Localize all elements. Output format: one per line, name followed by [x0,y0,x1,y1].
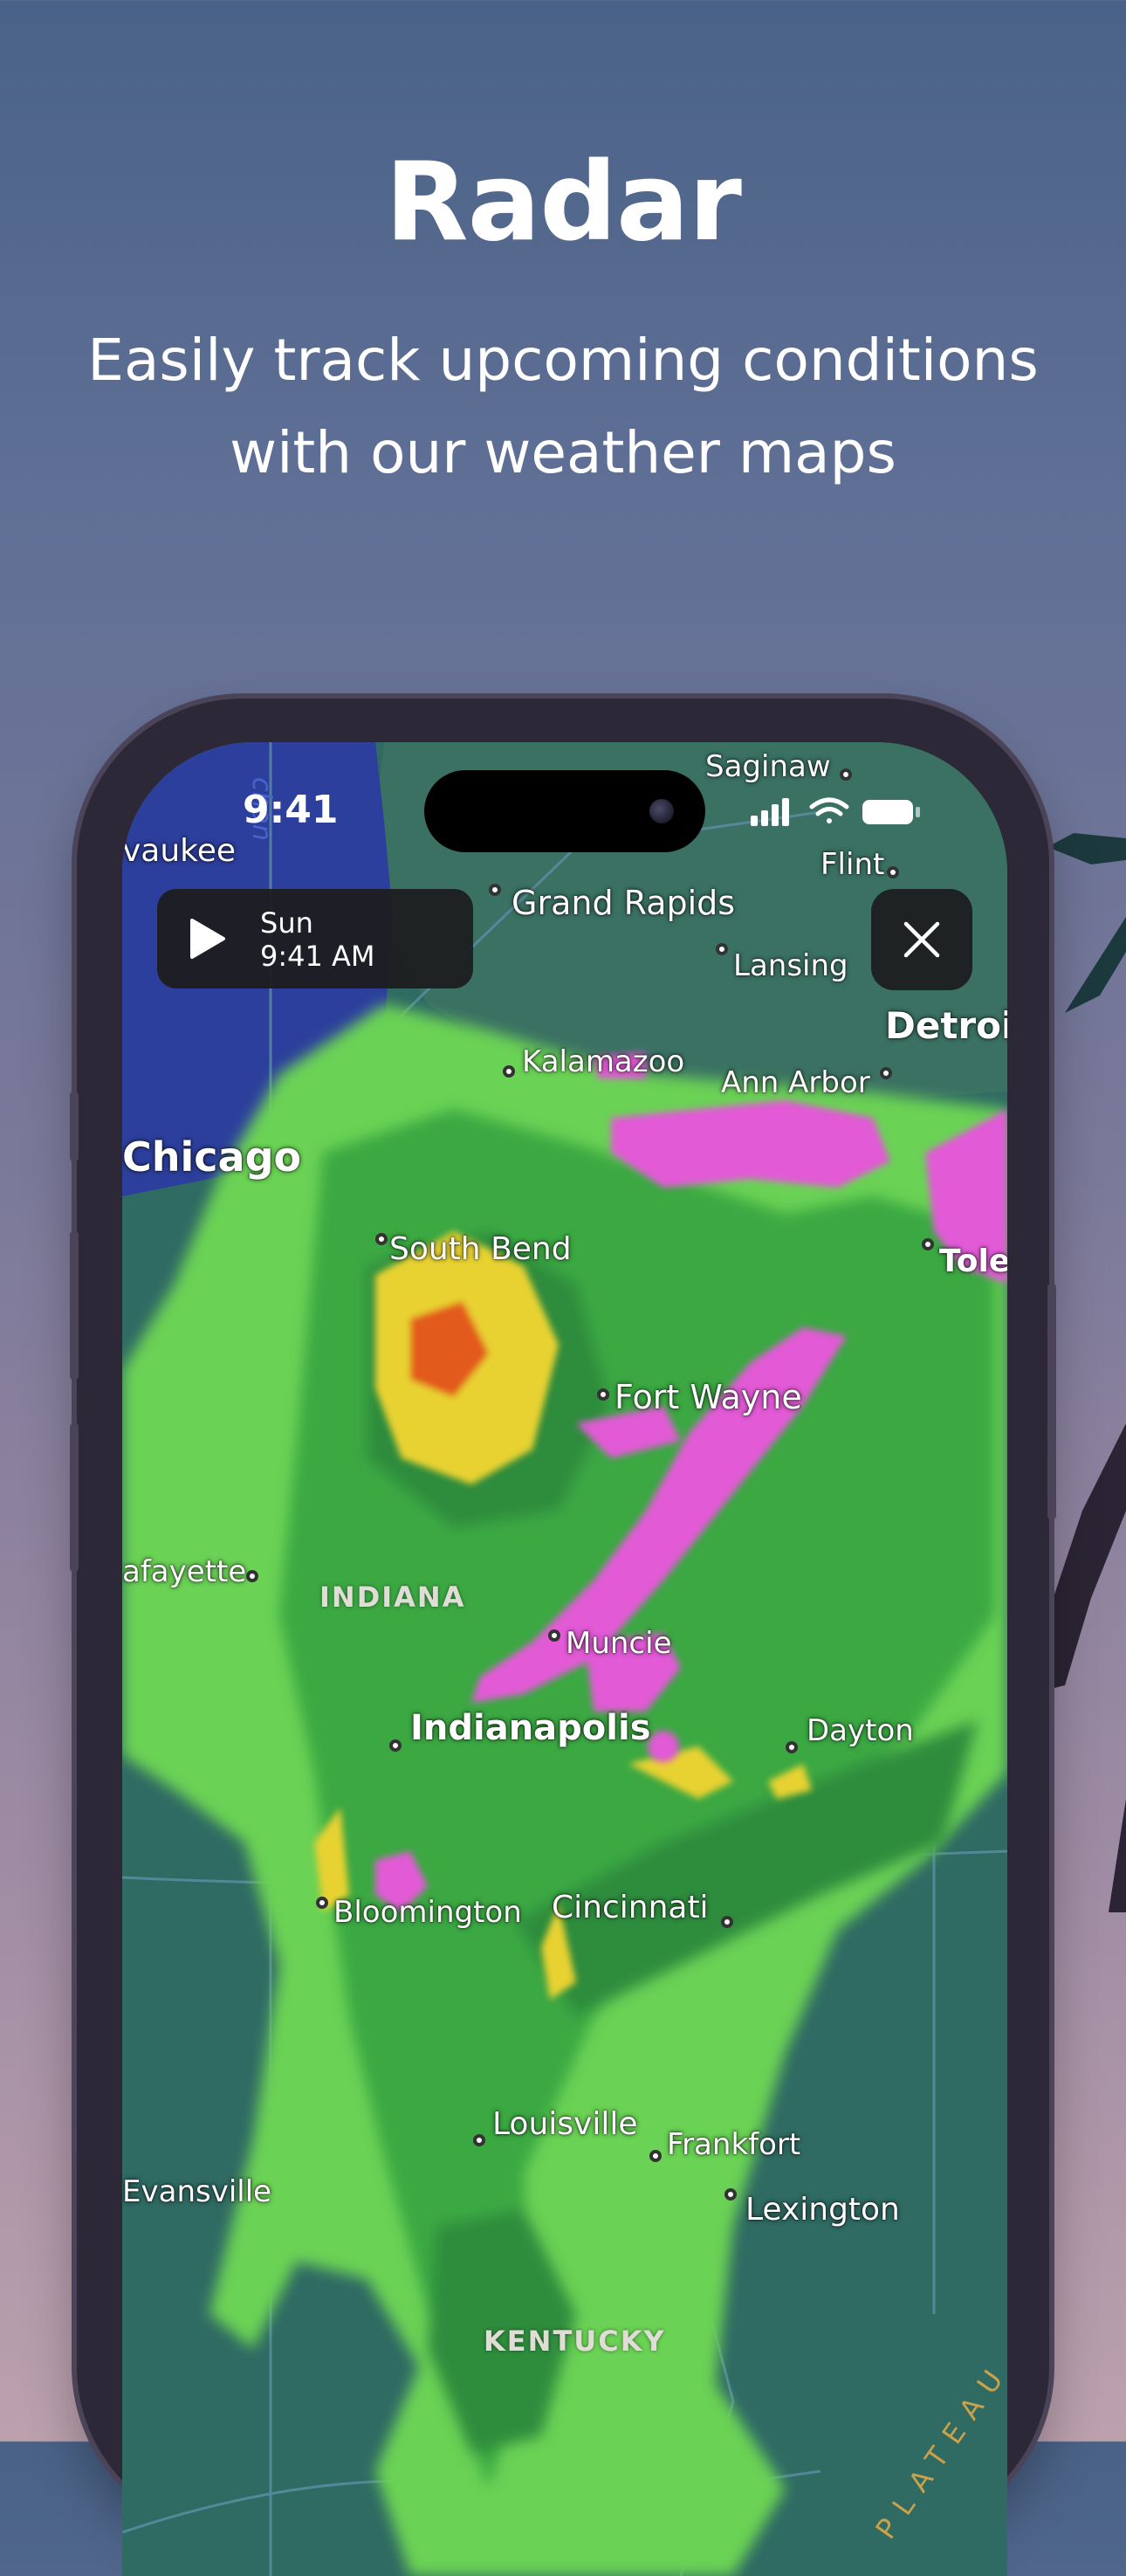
state-label: KENTUCKY [484,2325,666,2358]
city-label: afayette [122,1554,247,1589]
subtitle-line-2: with our weather maps [230,419,896,486]
close-button[interactable] [871,889,972,990]
city-label: Indianapolis [410,1708,651,1748]
playback-day: Sun [260,906,313,940]
city-label: Tole [939,1243,1007,1279]
city-dot [721,1916,733,1928]
city-label: Detroit [885,1004,1007,1047]
battery-icon [862,800,920,824]
city-dot [649,2150,662,2162]
status-icons [751,797,920,826]
city-dot [716,943,728,955]
city-dot [473,2134,485,2146]
city-dot [840,768,852,781]
phone-side-button [70,1231,79,1380]
city-label: Ann Arbor [721,1065,870,1100]
city-dot [503,1065,515,1078]
city-dot [389,1739,402,1752]
city-dot [724,2188,737,2201]
city-label: Saginaw [705,749,831,784]
dynamic-island [424,770,705,852]
city-dot [246,1570,258,1582]
city-dot [922,1238,934,1250]
camera-icon [649,799,674,823]
city-label: Muncie [566,1626,672,1661]
play-icon[interactable] [189,917,227,961]
city-label: Frankfort [667,2127,801,2162]
city-dot [880,1067,892,1079]
city-label: Grand Rapids [512,884,736,922]
city-label: Kalamazoo [522,1044,685,1079]
city-dot [786,1741,798,1753]
city-dot [548,1629,560,1642]
city-label: Dayton [807,1713,914,1748]
city-dot [375,1233,388,1245]
signal-icon [751,798,789,826]
city-label: vaukee [122,833,237,869]
city-label: Lansing [733,948,848,983]
phone-side-button [70,1423,79,1572]
playback-time: 9:41 AM [260,940,375,973]
city-dot [597,1388,609,1401]
radar-playback-control[interactable]: Sun 9:41 AM [157,889,473,988]
wifi-icon [809,797,849,823]
city-label: Fort Wayne [614,1378,802,1416]
close-icon[interactable] [903,920,941,959]
state-label: INDIANA [319,1581,466,1614]
city-label: Evansville [122,2174,272,2209]
subtitle-line-1: Easily track upcoming conditions [87,327,1039,394]
city-label: South Bend [389,1231,572,1267]
city-dot [489,884,501,896]
city-label: Lexington [745,2192,900,2228]
phone-side-button [1047,1284,1056,1519]
phone-side-button [70,1092,79,1161]
city-label: Bloomington [333,1895,522,1930]
city-label: Chicago [122,1133,302,1181]
phone-screen: chan PLATEAU Saginaw Flint vaukee Grand … [122,742,1007,2576]
city-dot [316,1897,328,1909]
page-subtitle: Easily track upcoming conditions with our… [0,314,1126,499]
status-time: 9:41 [243,788,339,832]
city-label: Cincinnati [552,1890,709,1925]
city-label: Flint [820,847,885,882]
page-title: Radar [385,140,742,265]
radar-map[interactable]: chan PLATEAU [122,742,1007,2576]
city-label: Louisville [492,2106,638,2142]
city-dot [887,866,899,878]
